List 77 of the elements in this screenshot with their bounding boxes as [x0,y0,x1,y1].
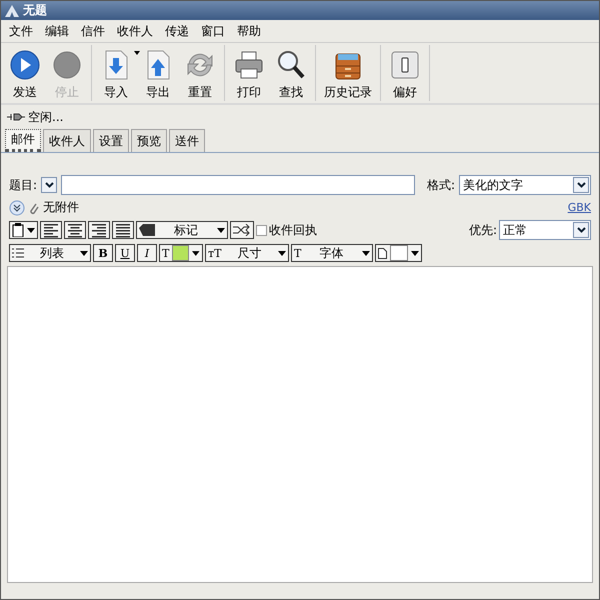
shuffle-button[interactable] [230,221,254,239]
align-lines-icon [91,222,107,238]
caret-icon [362,250,370,256]
switch-button[interactable]: 偏好 [385,45,425,101]
caret-icon [27,228,35,232]
menu-item[interactable]: 传递 [161,22,193,40]
menu-item[interactable]: 窗口 [197,22,229,40]
align-center-button[interactable] [64,221,86,239]
caret-icon [192,250,200,256]
font-dropdown[interactable]: T 字体 [291,244,373,262]
tab[interactable]: 预览 [131,129,167,152]
tag-icon [139,224,155,236]
align-right-button[interactable] [88,221,110,239]
window-title: 无题 [23,2,47,19]
app-logo-icon [5,4,19,16]
magnifier-icon [275,49,307,81]
italic-button[interactable]: I [137,244,157,262]
printer-button[interactable]: 打印 [229,45,269,101]
menu-item[interactable]: 帮助 [233,22,265,40]
menu-item[interactable]: 收件人 [113,22,157,40]
charset-link[interactable]: GBK [568,201,591,214]
chevron-down-icon [576,182,586,188]
plug-icon [7,112,25,122]
list-dropdown[interactable]: 列表 [9,244,91,262]
chevron-down-icon [44,182,54,188]
format-label: 格式: [426,176,455,194]
dropdown-button[interactable] [41,177,58,193]
paste-button[interactable] [9,221,38,239]
subject-field[interactable] [61,175,416,195]
priority-select[interactable]: 正常 [499,220,591,240]
caret-icon [134,51,140,55]
play-circle-button[interactable]: 发送 [5,45,45,101]
paperclip-icon [29,200,39,214]
magnifier-button[interactable]: 查找 [271,45,311,101]
mark-dropdown[interactable]: 标记 [136,221,228,239]
document-down-arrow-button[interactable]: 导入 [96,45,136,101]
menu-item[interactable]: 文件 [5,22,37,40]
tab[interactable]: 设置 [93,129,129,152]
size-dropdown[interactable]: тT 尺寸 [205,244,289,262]
background-color-button[interactable] [375,244,422,262]
page-icon [378,248,387,258]
format-select[interactable]: 美化的文字 [459,175,591,195]
expand-chevron-icon [9,200,25,216]
bold-button[interactable]: B [93,244,113,262]
cabinet-button[interactable]: 历史记录 [320,45,376,101]
menu-item[interactable]: 编辑 [41,22,73,40]
caret-icon [217,228,225,232]
tab[interactable]: 送件 [169,129,205,152]
align-lines-icon [115,222,131,238]
priority-label: 优先: [468,222,497,238]
printer-icon [233,49,265,81]
underline-button[interactable]: U [115,244,135,262]
status-text: 空闲... [28,108,64,126]
align-left-button[interactable] [40,221,62,239]
chevron-down-icon [576,227,586,233]
caret-icon [80,250,88,256]
shuffle-icon [233,224,251,236]
align-justify-button[interactable] [112,221,134,239]
stop-circle-icon [51,49,83,81]
receipt-label: 收件回执 [269,222,317,238]
circular-arrows-button[interactable]: 重置 [180,45,220,101]
checkbox[interactable] [256,224,267,236]
switch-icon [389,49,421,81]
tab[interactable]: 邮件 [5,129,41,152]
document-up-arrow-button[interactable]: 导出 [138,45,178,101]
menu-item[interactable]: 信件 [77,22,109,40]
list-icon [12,248,24,258]
align-lines-icon [67,222,83,238]
text-color-button[interactable]: T [159,244,203,262]
caret-icon [278,250,286,256]
attachment-text: 无附件 [43,199,79,216]
tab[interactable]: 收件人 [43,129,91,152]
align-lines-icon [43,222,59,238]
clipboard-icon [12,223,24,237]
subject-label: 题目: [9,176,38,194]
play-circle-icon [9,49,41,81]
caret-icon [411,250,419,256]
